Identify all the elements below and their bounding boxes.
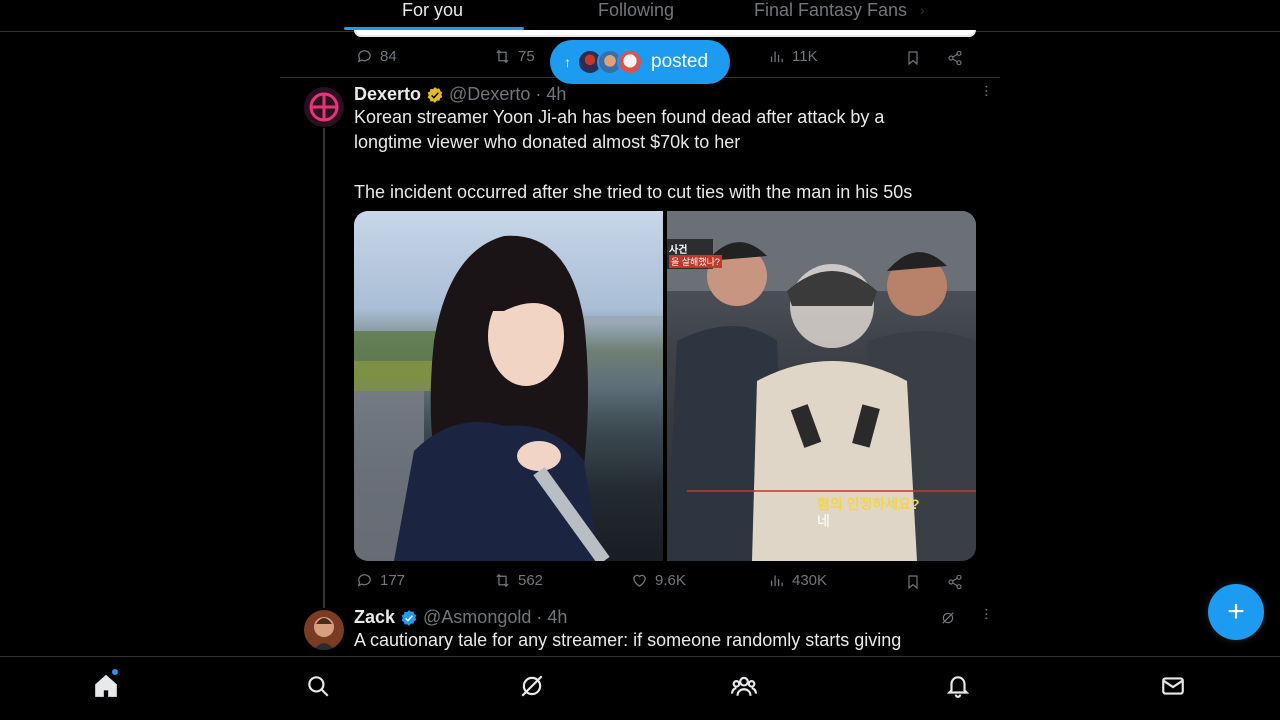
- messages-icon: [1162, 677, 1184, 695]
- tabs-scroll-chevron-icon: ›: [920, 2, 925, 18]
- thread-line: [323, 128, 325, 608]
- repost-count: 75: [518, 48, 535, 65]
- notifications-tab[interactable]: [945, 673, 971, 699]
- author-handle-time[interactable]: @Asmongold · 4h: [423, 607, 567, 628]
- bottom-navigation: [0, 656, 1280, 720]
- share-button[interactable]: [945, 572, 965, 592]
- tweet-media[interactable]: 사건 을 살해했나? 혐의 인정하세요? 네: [354, 211, 976, 561]
- tweet-text-line: Korean streamer Yoon Ji-ah has been foun…: [354, 107, 885, 127]
- dexerto-avatar[interactable]: [304, 87, 344, 127]
- author-name[interactable]: Zack: [354, 607, 395, 628]
- repost-button[interactable]: 562: [494, 572, 543, 589]
- previous-tweet-card-edge: [354, 30, 976, 37]
- share-button[interactable]: [945, 48, 965, 68]
- new-posts-label: posted: [651, 51, 709, 72]
- more-options-icon[interactable]: ···: [977, 84, 995, 97]
- views-count: 11K: [792, 48, 818, 65]
- like-button[interactable]: 9.6K: [631, 572, 686, 589]
- media-photo-suspect[interactable]: 사건 을 살해했나? 혐의 인정하세요? 네: [667, 211, 976, 561]
- like-count: 9.6K: [655, 572, 686, 589]
- reply-button[interactable]: 84: [356, 48, 397, 65]
- reply-button[interactable]: 177: [356, 572, 405, 589]
- compose-button[interactable]: +: [1208, 584, 1264, 640]
- home-unread-dot: [112, 669, 118, 675]
- communities-tab[interactable]: [731, 673, 757, 699]
- gold-verified-badge-icon: [427, 86, 443, 103]
- avatar: [617, 49, 643, 75]
- views-icon: [770, 575, 783, 587]
- search-tab[interactable]: [305, 673, 331, 699]
- tab-for-you[interactable]: For you: [402, 0, 463, 20]
- arrow-up-icon: ↑: [564, 54, 571, 70]
- tweet-text-line: longtime viewer who donated almost $70k …: [354, 132, 741, 152]
- author-handle-time[interactable]: @Dexerto · 4h: [449, 84, 566, 105]
- tab-final-fantasy-fans[interactable]: Final Fantasy Fans: [754, 0, 907, 20]
- grok-button[interactable]: [938, 608, 958, 628]
- media-photo-woman[interactable]: [354, 211, 663, 561]
- dexerto-logo-icon: [309, 92, 339, 122]
- bookmark-button[interactable]: [903, 572, 923, 592]
- grok-tab[interactable]: [519, 673, 545, 699]
- tab-following[interactable]: Following: [598, 0, 674, 20]
- messages-tab[interactable]: [1160, 673, 1186, 699]
- author-name[interactable]: Dexerto: [354, 84, 421, 105]
- media-overlay-tag: 사건: [669, 245, 688, 256]
- reply-count: 84: [380, 48, 397, 65]
- reply-icon: [357, 50, 371, 63]
- share-icon: [948, 50, 962, 66]
- more-options-icon[interactable]: ···: [977, 607, 995, 620]
- avatar-illustration: [314, 617, 334, 650]
- repost-icon: [496, 573, 509, 588]
- tweet-text-line: A cautionary tale for any streamer: if s…: [354, 630, 902, 650]
- heart-icon: [633, 574, 646, 587]
- plus-icon: +: [1227, 595, 1245, 628]
- search-icon: [308, 676, 329, 697]
- bookmark-button[interactable]: [903, 48, 923, 68]
- repost-count: 562: [518, 572, 544, 589]
- home-icon: [95, 674, 117, 697]
- communities-icon: [731, 676, 757, 696]
- repost-icon: [496, 49, 509, 64]
- reply-count: 177: [380, 572, 406, 589]
- tweet-text-line: The incident occurred after she tried to…: [354, 182, 913, 202]
- home-tab[interactable]: [93, 673, 119, 699]
- new-posts-pill[interactable]: ↑ posted: [550, 40, 730, 84]
- reply-icon: [357, 574, 371, 587]
- views-button[interactable]: 430K: [768, 572, 827, 589]
- grok-icon: [521, 675, 543, 697]
- grok-icon: [942, 612, 954, 624]
- repost-button[interactable]: 75: [494, 48, 535, 65]
- notifications-icon: [946, 676, 970, 698]
- media-overlay-sub: 을 살해했나?: [669, 255, 722, 268]
- media-caption: 네: [817, 513, 830, 529]
- timeline-tabs: For you Following Final Fantasy Fans ›: [0, 0, 1280, 32]
- share-icon: [948, 574, 962, 590]
- photo-illustration: [354, 235, 663, 561]
- views-count: 430K: [792, 572, 828, 589]
- views-button[interactable]: 11K: [768, 48, 818, 65]
- zack-avatar[interactable]: [304, 610, 344, 650]
- media-caption: 혐의 인정하세요?: [817, 496, 920, 512]
- views-icon: [770, 51, 783, 63]
- bookmark-icon: [908, 51, 918, 66]
- blue-verified-badge-icon: [401, 609, 417, 626]
- bookmark-icon: [908, 575, 918, 590]
